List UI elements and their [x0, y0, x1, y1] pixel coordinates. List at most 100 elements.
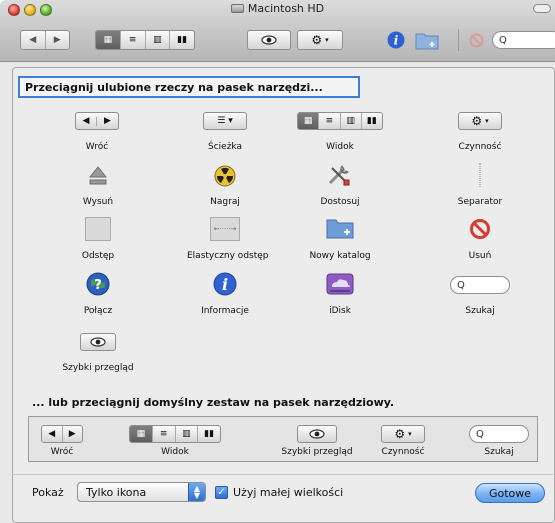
- palette-label: Wysuń: [82, 197, 114, 207]
- eye-icon: [90, 337, 106, 347]
- column-view-icon[interactable]: ▥: [144, 31, 170, 49]
- show-popup-value: Tylko ikona: [86, 485, 147, 499]
- coverflow-view-icon: ▮▮: [360, 113, 382, 129]
- flexible-space-icon: ←·····→: [210, 217, 240, 241]
- eye-icon: [309, 429, 325, 439]
- toolbar-info-icon[interactable]: i: [387, 31, 405, 49]
- toolbar-separator: [458, 29, 459, 51]
- palette-item-back[interactable]: ◀ ▶ Wróć: [72, 112, 122, 152]
- icon-view-icon: ▦: [298, 113, 319, 129]
- toolbar-toggle-button[interactable]: [533, 4, 551, 13]
- forward-arrow-icon: ▶: [61, 426, 83, 442]
- default-quick-look: [297, 425, 337, 443]
- toolbar-search-field[interactable]: Q: [492, 31, 555, 49]
- default-back-forward: ◀ ▶: [41, 425, 83, 443]
- icon-view-icon[interactable]: ▦: [96, 31, 120, 49]
- drag-favorites-heading: Przeciągnij ulubione rzeczy na pasek nar…: [18, 76, 360, 98]
- palette-label: Informacje: [201, 306, 249, 316]
- back-arrow-icon: ◀: [76, 116, 98, 126]
- svg-text:?: ?: [94, 278, 102, 293]
- list-view-icon[interactable]: ≡: [119, 31, 145, 49]
- eye-icon: [261, 35, 277, 45]
- gear-icon: ⚙: [311, 33, 323, 47]
- search-icon: Q: [457, 279, 465, 291]
- gear-icon: ⚙: [394, 427, 406, 441]
- burn-icon: [214, 165, 236, 187]
- toolbar-quick-look-button[interactable]: [247, 30, 291, 50]
- forward-arrow-icon[interactable]: ▶: [44, 31, 70, 49]
- finder-window: Macintosh HD ◀ ▶ ▦ ≡ ▥ ▮▮ ⚙ ▾ i Q Przecią…: [0, 0, 555, 523]
- palette-label: Połącz: [83, 306, 113, 316]
- toolbar-action-button[interactable]: ⚙ ▾: [297, 30, 343, 50]
- toolbar-back-forward[interactable]: ◀ ▶: [20, 30, 70, 50]
- palette-item-action[interactable]: ⚙ ▾ Czynność: [455, 112, 505, 152]
- palette-item-space[interactable]: Odstęp: [80, 217, 116, 261]
- palette-item-delete[interactable]: Usuń: [462, 217, 498, 261]
- palette-item-search[interactable]: Q Szukaj: [450, 276, 510, 316]
- default-action: ⚙ ▾: [381, 425, 425, 443]
- toolbar-new-folder-icon[interactable]: [415, 31, 439, 50]
- default-label-action: Czynność: [381, 447, 425, 457]
- search-icon: Q: [476, 428, 484, 440]
- palette-item-view[interactable]: ▦ ≡ ▥ ▮▮ Widok: [295, 112, 385, 152]
- idisk-icon: [326, 273, 354, 295]
- palette-label: Szybki przegląd: [62, 363, 134, 373]
- footer-divider: [12, 474, 555, 475]
- path-icon: ☰ ▾: [203, 112, 247, 130]
- show-label: Pokaż: [32, 486, 64, 499]
- palette-label: Ścieżka: [208, 142, 242, 152]
- palette-label: iDisk: [329, 306, 351, 316]
- palette-item-flexible-space[interactable]: ←·····→ Elastyczny odstęp: [187, 217, 269, 261]
- updown-arrows-icon: ▲ ▼: [188, 483, 205, 501]
- gear-icon: ⚙ ▾: [458, 112, 502, 130]
- default-search: Q: [469, 425, 529, 443]
- default-view-switch: ▦ ≡ ▥ ▮▮: [129, 425, 221, 443]
- palette-label: Nowy katalog: [309, 251, 371, 261]
- window-title: Macintosh HD: [0, 2, 555, 15]
- search-icon: Q: [499, 34, 507, 46]
- palette-item-idisk[interactable]: iDisk: [322, 272, 358, 316]
- column-view-icon: ▥: [174, 426, 198, 442]
- list-view-icon: ≡: [318, 113, 339, 129]
- delete-icon: [470, 219, 490, 239]
- palette-item-customize[interactable]: Dostosuj: [320, 163, 360, 207]
- back-arrow-icon: ◀: [48, 428, 56, 439]
- palette-label: Nagraj: [210, 197, 240, 207]
- search-field-icon: Q: [450, 276, 510, 294]
- default-toolbar-set[interactable]: ◀ ▶ Wróć ▦ ≡ ▥ ▮▮ Widok Szybki przegląd …: [28, 416, 538, 462]
- palette-item-eject[interactable]: Wysuń: [80, 165, 116, 207]
- small-size-label[interactable]: Użyj małej wielkości: [233, 486, 343, 499]
- toolbar-view-switch[interactable]: ▦ ≡ ▥ ▮▮: [95, 30, 195, 50]
- toolbar-delete-icon[interactable]: [469, 33, 484, 48]
- default-label-back: Wróć: [50, 447, 74, 457]
- forward-arrow-icon: ▶: [104, 115, 111, 126]
- info-icon: i: [213, 272, 237, 296]
- palette-item-new-folder[interactable]: Nowy katalog: [309, 217, 371, 261]
- back-forward-control: ◀ ▶: [75, 112, 119, 130]
- palette-item-path[interactable]: ☰ ▾ Ścieżka: [200, 112, 250, 152]
- svg-text:i: i: [222, 275, 228, 294]
- palette-label: Separator: [457, 197, 503, 207]
- palette-item-quick-look[interactable]: Szybki przegląd: [62, 333, 134, 373]
- done-button[interactable]: Gotowe: [475, 483, 545, 503]
- small-size-checkbox[interactable]: ✓: [215, 486, 228, 499]
- view-switch-control: ▦ ≡ ▥ ▮▮: [297, 112, 383, 130]
- icon-view-icon: ▦: [130, 426, 152, 442]
- palette-label: Wróć: [85, 142, 109, 152]
- show-popup[interactable]: Tylko ikona ▲ ▼: [77, 482, 206, 502]
- back-arrow-icon[interactable]: ◀: [21, 31, 45, 49]
- palette-item-separator[interactable]: Separator: [458, 163, 502, 207]
- palette-item-info[interactable]: i Informacje: [201, 272, 249, 316]
- palette-item-connect[interactable]: ? Połącz: [80, 272, 116, 316]
- hard-drive-icon: [230, 4, 244, 13]
- list-view-icon: ≡: [151, 426, 175, 442]
- folder-icon: [326, 219, 354, 239]
- eject-icon: [89, 166, 107, 185]
- title-toolbar: Macintosh HD ◀ ▶ ▦ ≡ ▥ ▮▮ ⚙ ▾ i Q: [0, 0, 555, 62]
- palette-label: Odstęp: [81, 251, 115, 261]
- svg-text:i: i: [394, 34, 399, 48]
- palette-item-burn[interactable]: Nagraj: [207, 165, 243, 207]
- coverflow-view-icon[interactable]: ▮▮: [169, 31, 194, 49]
- separator-icon: [479, 163, 481, 187]
- palette-label: Usuń: [468, 251, 492, 261]
